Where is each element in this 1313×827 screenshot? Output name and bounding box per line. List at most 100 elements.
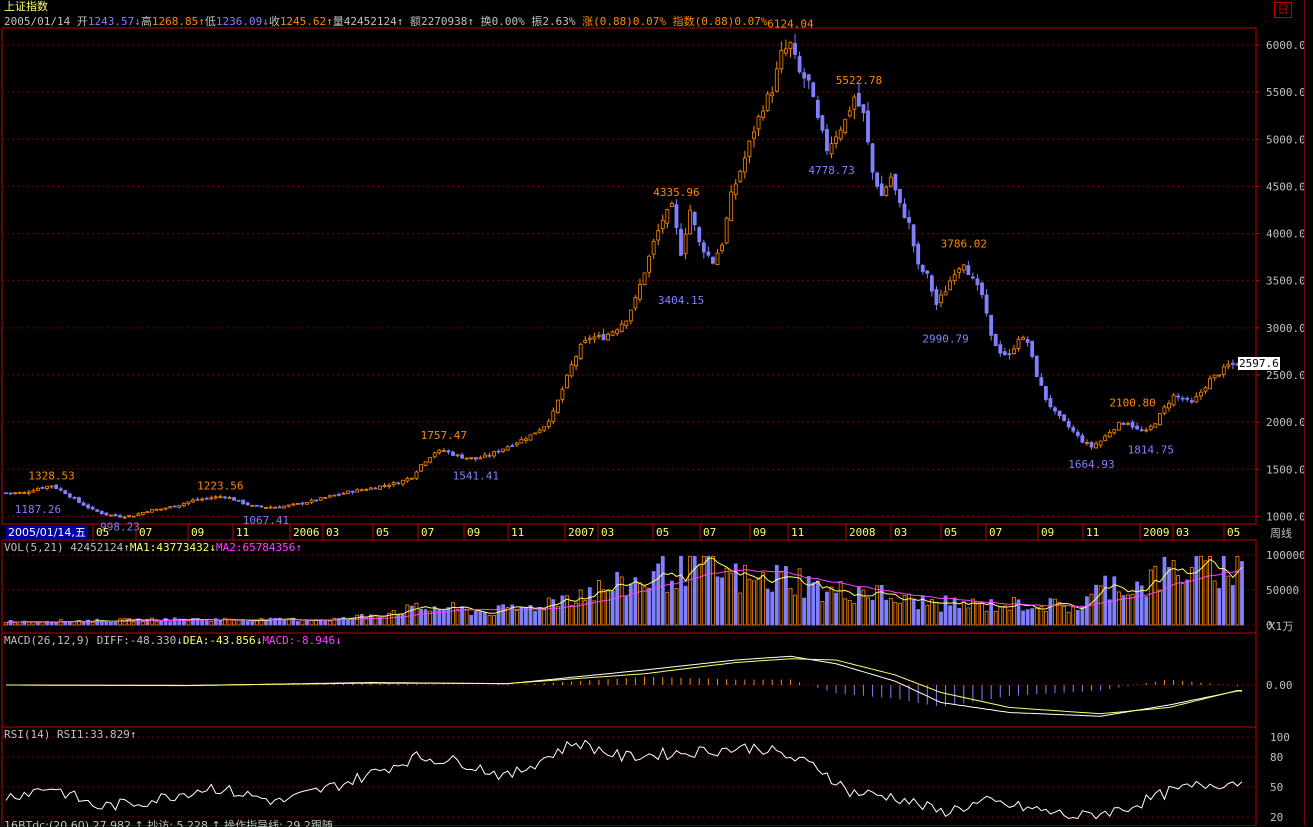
candle-body	[355, 489, 360, 493]
candle-body	[446, 450, 451, 453]
vol-ma2: MA2:65784356	[215, 541, 296, 554]
period-corner-button[interactable]: 日	[1274, 2, 1292, 18]
date-tick-label: 05	[376, 526, 389, 539]
vol-tick-label: 100000	[1266, 549, 1306, 562]
candle-body	[391, 482, 396, 486]
amplitude-value: 振2.63%	[531, 15, 576, 28]
volume-bar	[4, 622, 8, 626]
volume-bar	[118, 618, 122, 626]
candle-body	[204, 497, 209, 500]
price-annotation: 6124.04	[767, 17, 814, 30]
candle-body	[423, 461, 428, 466]
date-tick-label: 07	[421, 526, 434, 539]
volume-bar	[952, 597, 957, 626]
volume-bar	[419, 608, 423, 626]
volume-bar	[679, 556, 683, 626]
period-label[interactable]: 周线	[1270, 527, 1292, 540]
candle-body	[140, 511, 145, 515]
stock-chart-canvas[interactable]: 1328.531187.26998.231223.561067.411757.4…	[0, 0, 1313, 826]
candle-body	[1048, 398, 1053, 407]
macd-name: MACD(26,12,9)	[4, 634, 91, 647]
header-date: 2005/01/14	[4, 15, 71, 28]
volume-bar	[724, 567, 729, 626]
candle-body	[993, 333, 998, 347]
candle-body	[309, 499, 314, 503]
candle-body	[1075, 431, 1080, 436]
volume-bar	[1230, 584, 1235, 626]
volume-bar	[1021, 610, 1025, 626]
volume-bar	[1203, 560, 1208, 626]
candle-body	[464, 457, 469, 460]
candle-body	[1226, 364, 1231, 368]
volume-bar	[1116, 591, 1121, 626]
candle-body	[305, 502, 309, 505]
volume-bar	[460, 606, 464, 626]
volume-bar	[172, 617, 177, 626]
candle-body	[948, 280, 953, 291]
volume-bar	[528, 605, 533, 626]
candle-body	[519, 438, 524, 444]
volume-bar	[1212, 580, 1217, 626]
volume-bar	[761, 572, 766, 626]
candle-body	[514, 442, 519, 446]
volume-bar	[606, 590, 610, 626]
volume-bar	[961, 601, 966, 626]
macd-header: MACD(26,12,9) DIFF:-48.330↓DEA:-43.856↓M…	[4, 634, 342, 647]
rsi-tick-label: 80	[1270, 751, 1283, 764]
vol-name: VOL(5,21)	[4, 541, 64, 554]
candle-body	[788, 42, 793, 50]
candle-body	[907, 217, 911, 223]
volume-bar	[683, 585, 688, 626]
vol-ma1: MA1:43773432	[129, 541, 210, 554]
change-value: 涨(0.88)0.07%	[582, 15, 666, 28]
price-annotation: 1814.75	[1128, 444, 1174, 457]
candle-body	[565, 374, 569, 389]
candle-body	[40, 487, 45, 489]
candle-body	[473, 457, 478, 460]
candle-body	[145, 511, 150, 514]
volume-bar	[54, 622, 59, 626]
date-tick-label: 09	[467, 526, 480, 539]
rsi-header: RSI(14) RSI1:33.829↑	[4, 728, 137, 741]
candle-body	[697, 227, 702, 243]
candle-body	[647, 255, 651, 273]
volume-bar	[578, 589, 583, 626]
candle-body	[300, 502, 305, 505]
price-tick-label: 4500.0	[1266, 180, 1306, 193]
candle-body	[350, 490, 355, 493]
volume-bar	[820, 601, 825, 626]
volume-bar	[592, 600, 597, 626]
macd-diff: DIFF:-48.330	[96, 634, 177, 647]
candle-body	[624, 320, 629, 326]
volume-bar	[323, 619, 328, 626]
candle-body	[1185, 397, 1190, 400]
candle-body	[227, 497, 232, 499]
candle-body	[724, 217, 729, 244]
candle-body	[332, 494, 337, 497]
index-title: 上证指数	[4, 0, 48, 13]
volume-bar	[432, 606, 437, 626]
candle-body	[460, 454, 464, 459]
candle-body	[232, 497, 236, 501]
volume-bar	[1103, 575, 1108, 626]
candle-body	[54, 484, 59, 490]
volume-bar	[1007, 609, 1012, 626]
volume-bar	[455, 608, 460, 626]
candle-body	[1144, 429, 1149, 432]
candle-body	[524, 438, 528, 441]
close-value: 1245.62	[279, 15, 327, 28]
vol-header: VOL(5,21) 42452124↑MA1:43773432↓MA2:6578…	[4, 541, 303, 554]
candle-body	[58, 488, 63, 491]
volume-bar	[692, 556, 697, 626]
candle-body	[1094, 443, 1098, 449]
candle-body	[551, 410, 556, 423]
candle-body	[742, 157, 747, 173]
candle-body	[186, 501, 191, 504]
price-tick-label: 1500.0	[1266, 463, 1306, 476]
candle-body	[779, 50, 784, 70]
candle-body	[587, 337, 592, 340]
volume-bar	[706, 556, 711, 626]
macd-dea-line	[6, 658, 1242, 715]
volume-bar	[373, 614, 378, 626]
date-tick-label: 05	[96, 526, 109, 539]
